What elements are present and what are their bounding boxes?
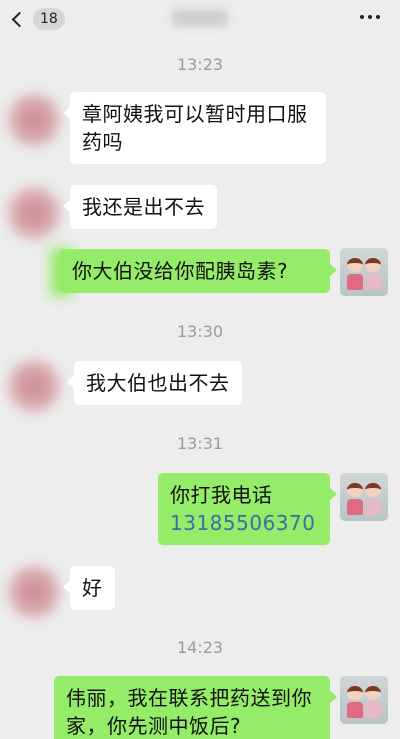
- my-avatar[interactable]: [340, 676, 388, 724]
- timestamp: 14:23: [176, 638, 224, 657]
- unread-count-badge: 18: [33, 8, 65, 30]
- timestamp: 13:30: [176, 322, 224, 341]
- timestamp: 13:31: [176, 434, 224, 453]
- message-bubble-incoming[interactable]: 章阿姨我可以暂时用口服药吗: [63, 92, 326, 164]
- chat-header: 18: [0, 0, 400, 38]
- contact-avatar[interactable]: [4, 562, 64, 622]
- more-dots-icon[interactable]: [360, 15, 380, 19]
- contact-avatar[interactable]: [4, 90, 64, 150]
- message-text: 你打我电话: [170, 483, 273, 507]
- my-avatar[interactable]: [340, 473, 388, 521]
- chevron-left-icon: [11, 11, 28, 27]
- chat-title: [172, 9, 228, 27]
- contact-avatar[interactable]: [4, 183, 64, 243]
- back-button[interactable]: 18: [11, 7, 65, 31]
- contact-avatar[interactable]: [4, 356, 64, 416]
- my-avatar[interactable]: [340, 248, 388, 296]
- message-bubble-outgoing[interactable]: 你打我电话 13185506370: [158, 473, 337, 545]
- message-bubble-incoming[interactable]: 我还是出不去: [63, 185, 217, 229]
- phone-number-link[interactable]: 13185506370: [170, 509, 318, 537]
- message-bubble-incoming[interactable]: 我大伯也出不去: [67, 361, 242, 405]
- message-bubble-outgoing[interactable]: 伟丽，我在联系把药送到你家，你先测中饭后?: [54, 676, 337, 739]
- timestamp: 13:23: [176, 55, 224, 74]
- message-bubble-outgoing[interactable]: 你大伯没给你配胰岛素?: [60, 249, 337, 293]
- message-bubble-incoming[interactable]: 好: [63, 566, 115, 610]
